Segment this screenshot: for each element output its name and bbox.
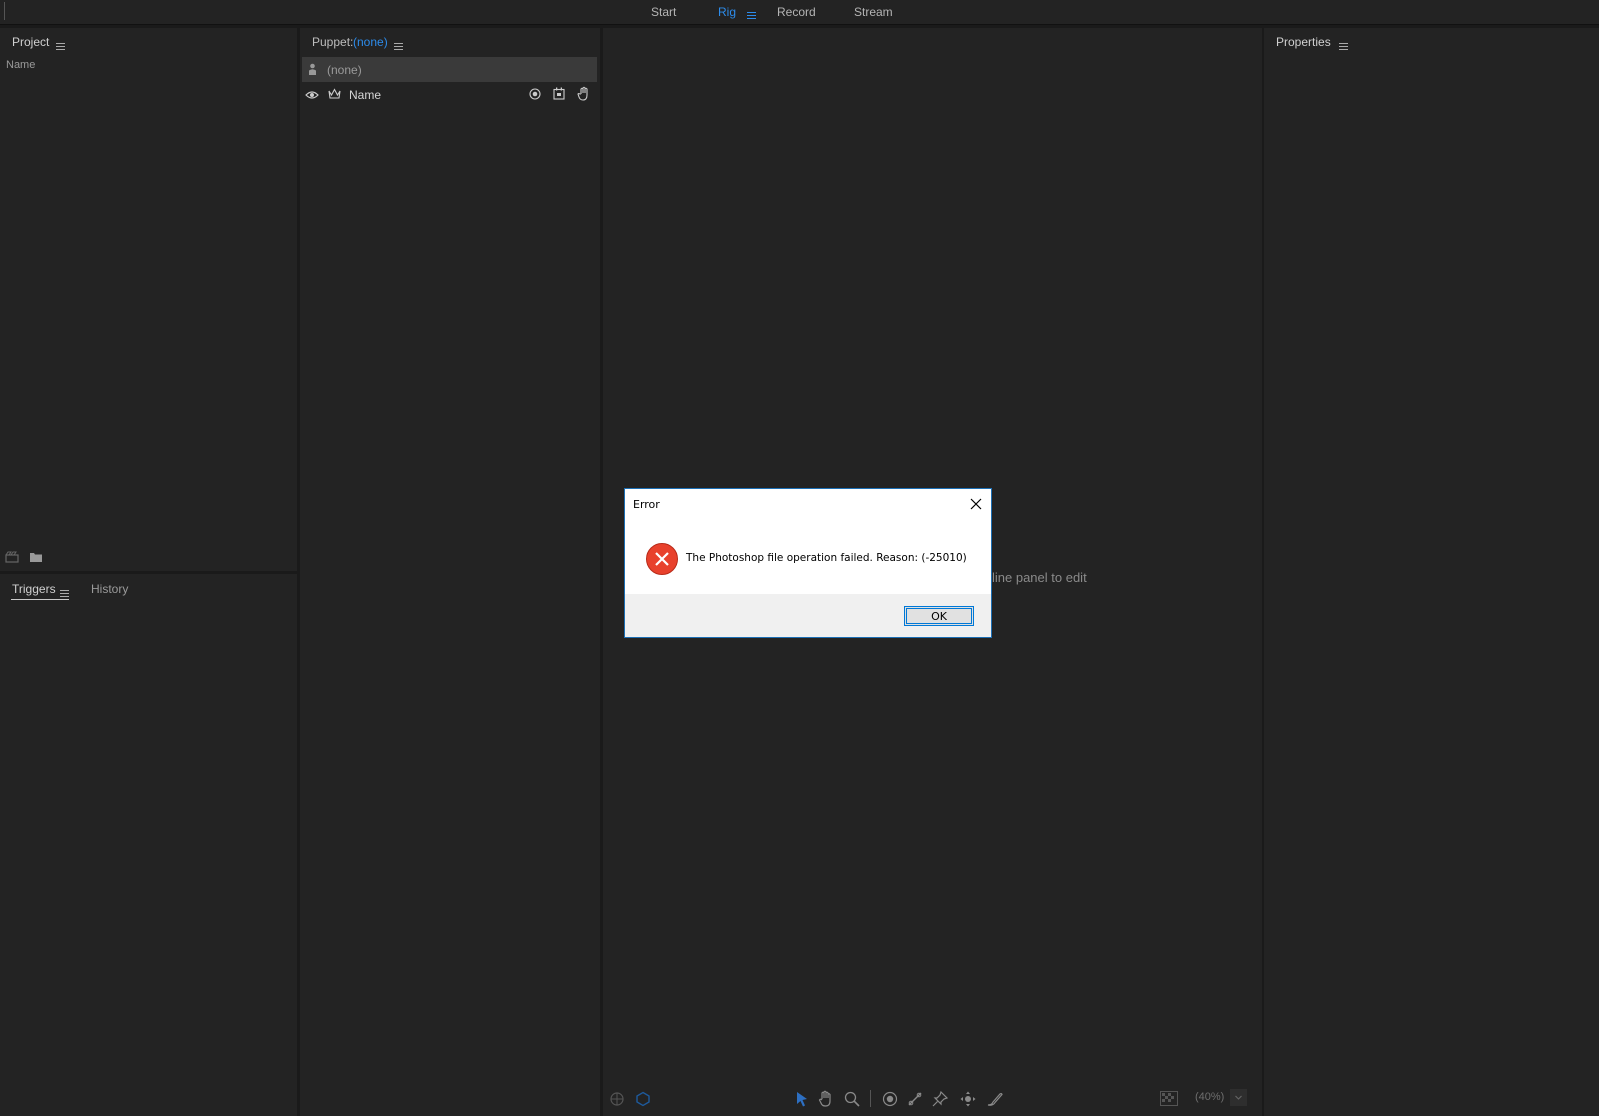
select-tool-icon[interactable]: [795, 1091, 809, 1110]
calendar-icon[interactable]: [553, 87, 565, 103]
properties-menu-icon[interactable]: [1339, 43, 1348, 51]
error-dialog: Error The Photoshop file operation faile…: [624, 488, 992, 638]
triggers-panel: Triggers History: [0, 574, 297, 1116]
pin-tool-icon[interactable]: [932, 1090, 949, 1110]
properties-title: Properties: [1276, 35, 1331, 49]
project-panel: Project Name: [0, 28, 297, 571]
bar-grip: [4, 2, 5, 20]
puppet-name[interactable]: (none): [353, 35, 388, 49]
zoom-tool-icon[interactable]: [844, 1091, 860, 1110]
crown-icon[interactable]: [328, 88, 341, 102]
new-scene-icon[interactable]: [5, 551, 19, 566]
ok-button[interactable]: OK: [904, 606, 974, 626]
puppet-person-icon: [308, 63, 317, 78]
name-column-header[interactable]: Name: [6, 59, 35, 71]
puppet-menu-icon[interactable]: [394, 43, 403, 51]
zoom-level[interactable]: (40%): [1195, 1091, 1224, 1103]
hand-tool-icon[interactable]: [818, 1090, 834, 1110]
layer-name-header[interactable]: Name: [349, 88, 381, 102]
puppet-panel: Puppet: (none): [300, 28, 600, 1116]
dialog-button-bar: OK: [625, 594, 991, 637]
new-folder-icon[interactable]: [29, 551, 43, 566]
stick-tool-icon[interactable]: [907, 1091, 923, 1110]
puppet-dropdown-value: (none): [327, 63, 362, 77]
tab-record[interactable]: Record: [777, 5, 816, 19]
transparency-grid-icon[interactable]: [1160, 1091, 1178, 1109]
close-icon[interactable]: [967, 495, 985, 513]
layer-header-row: Name: [302, 84, 597, 106]
triggers-menu-icon[interactable]: [60, 590, 69, 598]
puppet-selector[interactable]: (none): [302, 57, 597, 82]
properties-panel: Properties: [1264, 28, 1599, 1116]
tab-rig[interactable]: Rig: [718, 5, 736, 19]
error-message: The Photoshop file operation failed. Rea…: [686, 552, 967, 564]
tab-start[interactable]: Start: [651, 5, 676, 19]
eye-icon[interactable]: [305, 89, 319, 103]
dragger-tool-icon[interactable]: [960, 1091, 976, 1110]
tab-triggers[interactable]: Triggers: [12, 582, 56, 596]
handle-tool-icon[interactable]: [609, 1091, 625, 1110]
stage-hint-text: line panel to edit: [992, 570, 1087, 585]
workspace-bar: Start Rig Record Stream: [0, 0, 1599, 25]
toolbar-divider: [870, 1090, 871, 1107]
target-icon[interactable]: [529, 88, 541, 103]
puppet-label: Puppet:: [312, 35, 354, 49]
project-title: Project: [12, 35, 50, 49]
project-menu-icon[interactable]: [56, 43, 65, 51]
hand-icon[interactable]: [577, 86, 590, 104]
tab-stream[interactable]: Stream: [854, 5, 893, 19]
tab-history[interactable]: History: [91, 582, 128, 596]
origin-tool-icon[interactable]: [882, 1091, 898, 1110]
rig-menu-icon[interactable]: [747, 12, 756, 20]
error-icon: [646, 543, 678, 578]
mesh-tool-icon[interactable]: [635, 1091, 651, 1110]
dialog-title: Error: [633, 498, 660, 511]
zoom-dropdown-button[interactable]: [1230, 1089, 1247, 1106]
draw-tool-icon[interactable]: [987, 1091, 1003, 1110]
active-tab-underline: [11, 599, 69, 600]
